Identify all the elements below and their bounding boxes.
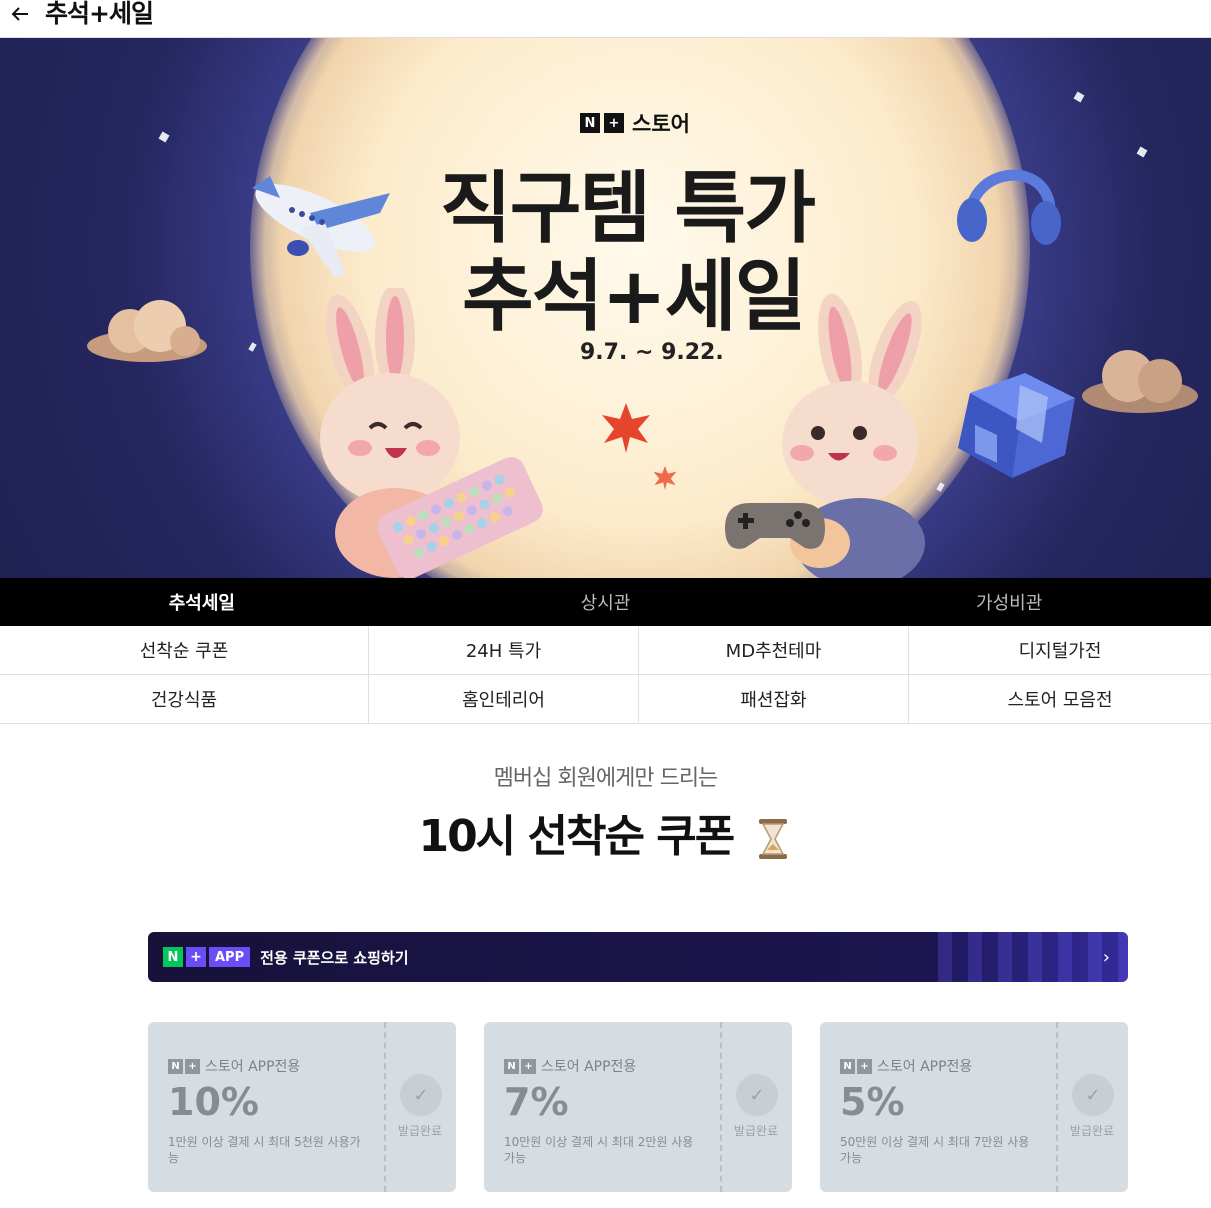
confetti-decoration [158,131,170,143]
coupon-header: N + 스토어 APP전용 [168,1056,300,1076]
rabbit-keyboard-image [320,288,543,578]
sub-menu-store-collection[interactable]: 스토어 모음전 [909,675,1211,723]
brand-plus-mark: + [604,113,624,133]
sub-menu-grid: 선착순 쿠폰 24H 특가 MD추천테마 디지털가전 건강식품 홈인테리어 패션… [0,626,1211,724]
tab-value[interactable]: 가성비관 [807,578,1211,626]
tab-permanent[interactable]: 상시관 [404,578,808,626]
sub-menu-row: 선착순 쿠폰 24H 특가 MD추천테마 디지털가전 [0,626,1211,675]
coupon-rate: 10% [168,1080,259,1124]
hero-date-range: 9.7. ~ 9.22. [580,340,724,365]
app-coupon-banner[interactable]: N + APP 전용 쿠폰으로 쇼핑하기 › [148,932,1128,982]
coupon-card: N + 스토어 APP전용 10% 1만원 이상 결제 시 최대 5천원 사용가… [148,1022,456,1192]
brand-text: 스토어 [632,112,690,136]
sub-menu-digital[interactable]: 디지털가전 [909,626,1211,674]
banner-decoration [938,932,1128,982]
cloud-image [87,300,207,362]
naver-n-badge: N [163,947,183,967]
coupon-label: 스토어 APP전용 [541,1059,637,1075]
app-banner-text: 전용 쿠폰으로 쇼핑하기 [260,948,409,967]
section-subtitle: 멤버십 회원에게만 드리는 [493,766,719,791]
confetti-decoration [1073,91,1085,103]
coupon-card: N + 스토어 APP전용 7% 10만원 이상 결제 시 최대 2만원 사용가… [484,1022,792,1192]
coupon-condition: 50만원 이상 결제 시 최대 7만원 사용가능 [840,1135,1030,1165]
brand-n-mark: N [580,113,600,133]
coupon-body: N + 스토어 APP전용 7% 10만원 이상 결제 시 최대 2만원 사용가… [484,1022,720,1192]
maple-leaf-icon [653,466,677,490]
sub-menu-row: 건강식품 홈인테리어 패션잡화 스토어 모음전 [0,675,1211,724]
coupon-n-mark: N [504,1058,519,1074]
coupon-condition: 1만원 이상 결제 시 최대 5천원 사용가능 [168,1135,361,1165]
confetti-decoration [248,342,257,352]
coupon-header: N + 스토어 APP전용 [840,1056,972,1076]
coupon-header: N + 스토어 APP전용 [504,1056,636,1076]
coupon-plus-mark: + [185,1058,200,1074]
coupon-status: 발급완료 [1069,1124,1115,1138]
coupon-plus-mark: + [521,1058,536,1074]
check-icon: ✓ [400,1074,442,1116]
sub-menu-24h-deal[interactable]: 24H 특가 [369,626,639,674]
section-title: 10시 선착순 쿠폰 [0,800,1211,864]
coupon-plus-mark: + [857,1058,872,1074]
sub-menu-md-theme[interactable]: MD추천테마 [639,626,909,674]
category-tabs: 추석세일 상시관 가성비관 [0,578,1211,626]
maple-leaf-icon [602,403,650,453]
app-badge: APP [209,947,251,967]
headphones-image [957,169,1061,245]
coupon-card: N + 스토어 APP전용 5% 50만원 이상 결제 시 최대 7만원 사용가… [820,1022,1128,1192]
sub-menu-health[interactable]: 건강식품 [0,675,369,723]
tab-chuseok-sale[interactable]: 추석세일 [0,578,404,626]
coupon-status: 발급완료 [397,1124,443,1138]
sub-menu-first-come-coupon[interactable]: 선착순 쿠폰 [0,626,369,674]
coupon-body: N + 스토어 APP전용 5% 50만원 이상 결제 시 최대 7만원 사용가… [820,1022,1056,1192]
coupon-n-mark: N [840,1058,855,1074]
chevron-right-icon: › [1102,947,1110,968]
coupon-status: 발급완료 [733,1124,779,1138]
coupon-rate: 5% [840,1080,905,1124]
confetti-decoration [1136,146,1148,158]
coupon-rate: 7% [504,1080,569,1124]
sub-menu-home-interior[interactable]: 홈인테리어 [369,675,639,723]
cloud-image [1082,350,1198,413]
coupon-n-mark: N [168,1058,183,1074]
coupon-body: N + 스토어 APP전용 10% 1만원 이상 결제 시 최대 5천원 사용가… [148,1022,384,1192]
coupon-download-button[interactable]: ✓ 발급완료 [1056,1022,1128,1192]
plus-badge: + [186,947,206,967]
coupon-download-button[interactable]: ✓ 발급완료 [384,1022,456,1192]
coupon-download-button[interactable]: ✓ 발급완료 [720,1022,792,1192]
coupon-label: 스토어 APP전용 [205,1059,301,1075]
check-icon: ✓ [1072,1074,1114,1116]
hero-banner: N + 스토어 직구템 특가 추석+세일 9.7. ~ 9.22. [0,38,1211,578]
section-title-text: 10시 선착순 쿠폰 [418,811,735,862]
page-title: 추석+세일 [45,0,154,28]
sub-menu-fashion[interactable]: 패션잡화 [639,675,909,723]
coupon-label: 스토어 APP전용 [877,1059,973,1075]
store-brand-logo: N + 스토어 [580,108,690,138]
package-box-image [958,373,1075,478]
rabbit-controller-image [725,293,925,578]
back-arrow-icon[interactable] [8,2,32,26]
hourglass-icon [758,819,787,859]
airplane-image [252,176,390,278]
check-icon: ✓ [736,1074,778,1116]
coupon-condition: 10만원 이상 결제 시 최대 2만원 사용가능 [504,1135,694,1165]
top-header: 추석+세일 [0,0,1211,38]
